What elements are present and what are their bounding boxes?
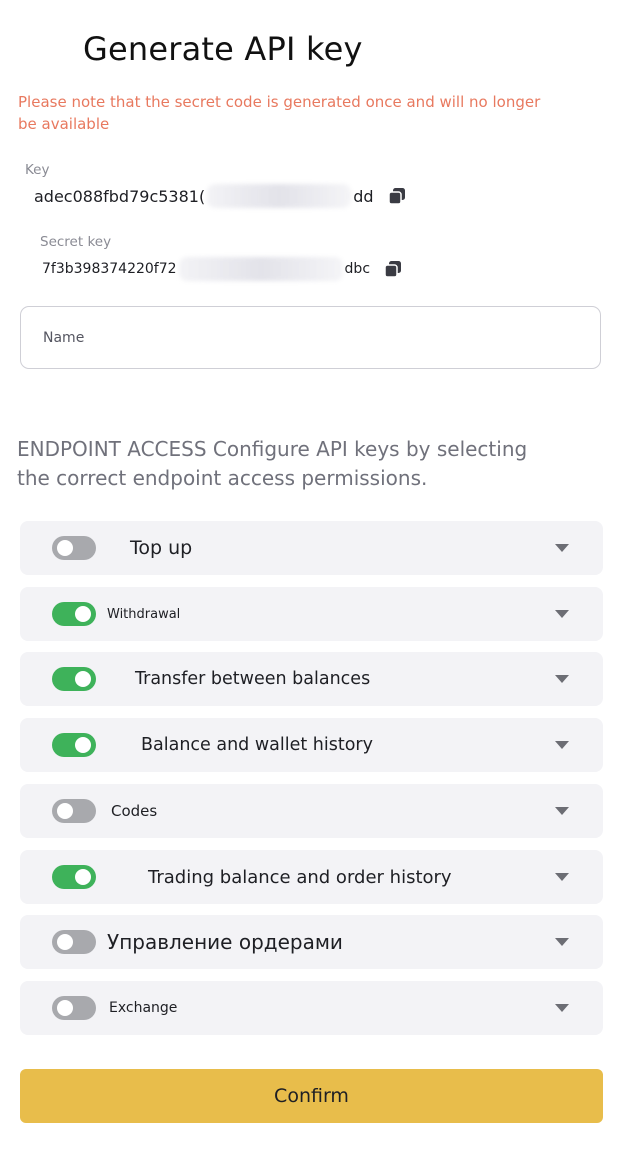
toggle-balance-history[interactable]: [52, 733, 96, 757]
toggle-order-management[interactable]: [52, 930, 96, 954]
chevron-down-icon[interactable]: [555, 741, 569, 749]
chevron-down-icon[interactable]: [555, 1004, 569, 1012]
toggle-knob: [75, 671, 91, 687]
copy-icon[interactable]: [387, 187, 406, 205]
permission-label: Trading balance and order history: [148, 866, 452, 888]
toggle-knob: [75, 737, 91, 753]
toggle-knob: [57, 1000, 73, 1016]
permission-trading-history[interactable]: Trading balance and order history: [20, 850, 603, 904]
permission-label: Exchange: [109, 1000, 178, 1016]
permission-transfer[interactable]: Transfer between balances: [20, 652, 603, 706]
permission-label: Withdrawal: [107, 606, 181, 622]
toggle-transfer[interactable]: [52, 667, 96, 691]
endpoint-access-description: ENDPOINT ACCESS Configure API keys by se…: [17, 437, 528, 490]
key-redaction: [207, 184, 352, 208]
permission-withdrawal[interactable]: Withdrawal: [20, 587, 603, 641]
secret-redaction: [178, 257, 343, 281]
key-label: Key: [25, 162, 50, 178]
toggle-top-up[interactable]: [52, 536, 96, 560]
permission-label: Top up: [130, 537, 193, 559]
toggle-knob: [75, 606, 91, 622]
secret-value-start: 7f3b398374220f72: [42, 261, 177, 277]
chevron-down-icon[interactable]: [555, 544, 569, 552]
chevron-down-icon[interactable]: [555, 807, 569, 815]
toggle-knob: [57, 540, 73, 556]
toggle-codes[interactable]: [52, 799, 96, 823]
permission-label: Balance and wallet history: [141, 735, 373, 755]
name-input[interactable]: [20, 306, 601, 369]
confirm-button[interactable]: Confirm: [20, 1069, 603, 1123]
key-value-row: adec088fbd79c5381( dd: [34, 184, 406, 208]
chevron-down-icon[interactable]: [555, 938, 569, 946]
toggle-knob: [57, 934, 73, 950]
permission-label: Управление ордерами: [107, 930, 343, 954]
permission-exchange[interactable]: Exchange: [20, 981, 603, 1035]
copy-icon[interactable]: [384, 260, 402, 278]
permission-order-management[interactable]: Управление ордерами: [20, 915, 603, 969]
chevron-down-icon[interactable]: [555, 610, 569, 618]
key-value-start: adec088fbd79c5381(: [34, 186, 206, 206]
toggle-withdrawal[interactable]: [52, 602, 96, 626]
secret-value-end: dbc: [344, 261, 371, 277]
toggle-knob: [75, 869, 91, 885]
page-title: Generate API key: [83, 30, 363, 68]
permission-balance-history[interactable]: Balance and wallet history: [20, 718, 603, 772]
toggle-trading-history[interactable]: [52, 865, 96, 889]
secret-value-row: 7f3b398374220f72 dbc: [42, 257, 402, 281]
secret-warning-note: Please note that the secret code is gene…: [18, 93, 541, 133]
toggle-knob: [57, 803, 73, 819]
chevron-down-icon[interactable]: [555, 675, 569, 683]
toggle-exchange[interactable]: [52, 996, 96, 1020]
permission-top-up[interactable]: Top up: [20, 521, 603, 575]
chevron-down-icon[interactable]: [555, 873, 569, 881]
key-value-end: dd: [353, 186, 374, 206]
permission-codes[interactable]: Codes: [20, 784, 603, 838]
permission-label: Codes: [111, 802, 158, 820]
secret-key-label: Secret key: [40, 234, 112, 250]
permission-label: Transfer between balances: [135, 669, 371, 689]
